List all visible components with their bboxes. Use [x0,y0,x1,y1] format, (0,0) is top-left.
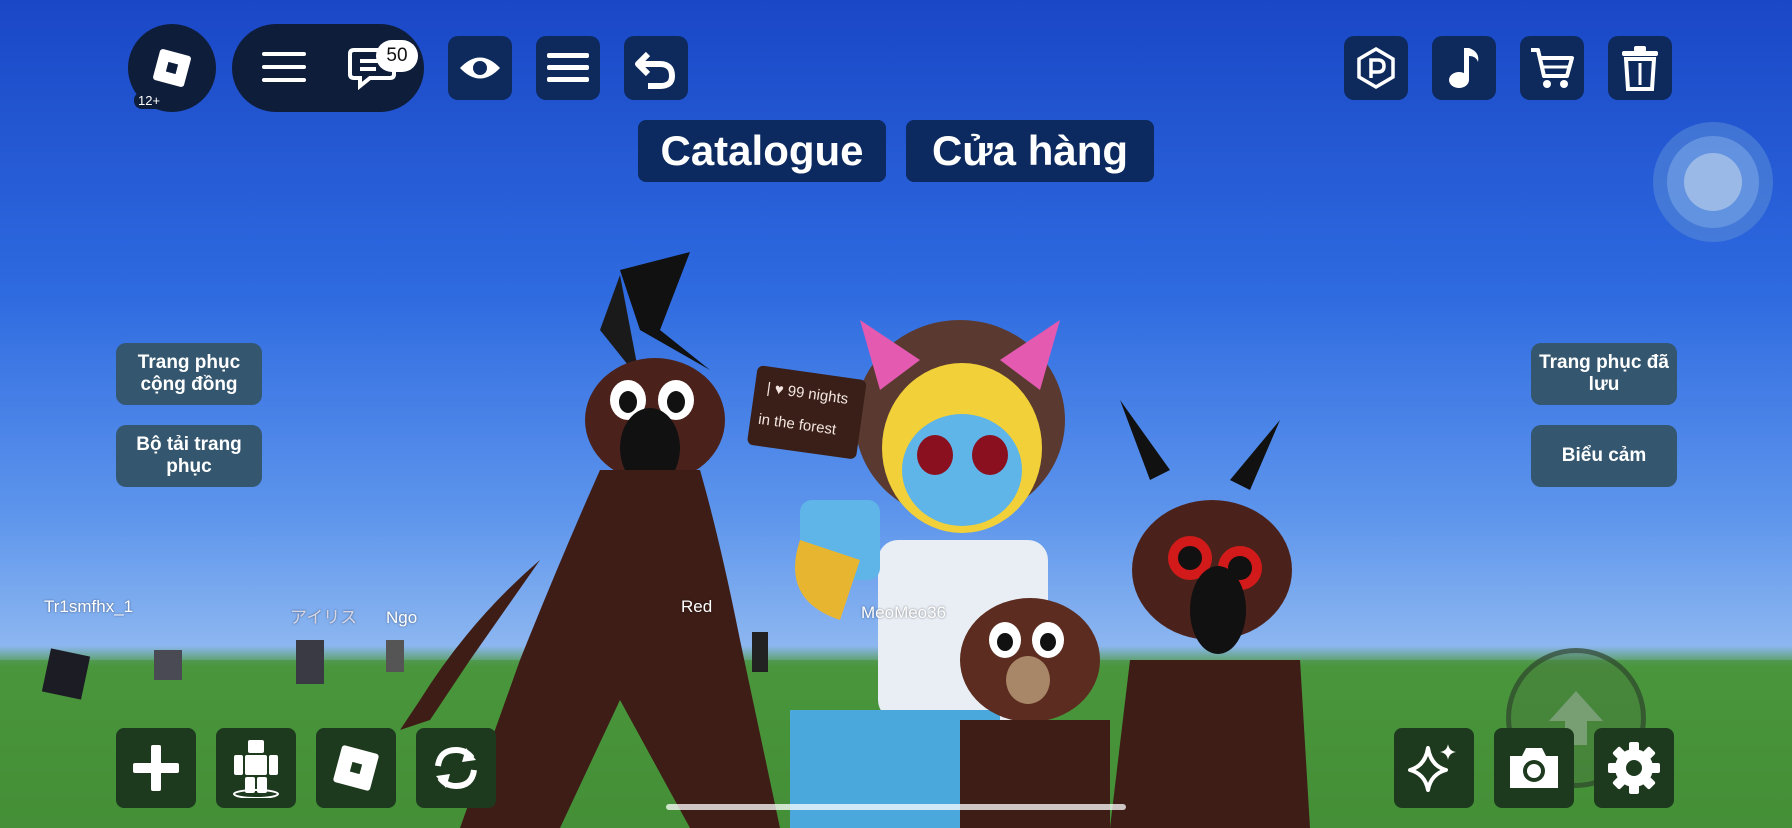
view-button[interactable] [448,36,512,100]
chat-unread-badge: 50 [376,40,418,72]
camera-icon [1510,748,1558,788]
music-note-icon [1449,48,1479,88]
robux-button[interactable] [1344,36,1408,100]
cart-button[interactable] [1520,36,1584,100]
list-icon [547,53,589,82]
avatar-button[interactable] [216,728,296,808]
deer-creature-right [1110,400,1310,828]
camera-button[interactable] [1494,728,1574,808]
age-rating-badge: 12+ [134,92,165,109]
community-outfits-button[interactable]: Trang phục cộng đồng [116,343,262,405]
roblox-home-button[interactable] [316,728,396,808]
player-name-tag: MeoMeo36 [861,603,947,622]
eye-icon [460,57,500,79]
home-indicator [666,804,1126,810]
avatar-icon [233,740,279,798]
trash-icon [1622,46,1658,91]
refresh-button[interactable] [416,728,496,808]
add-button[interactable] [116,728,196,808]
player-name-tag: Red [681,597,713,616]
joystick-ring [1667,136,1759,228]
undo-button[interactable] [624,36,688,100]
sparkle-icon [1408,744,1456,792]
effects-button[interactable] [1394,728,1474,808]
undo-icon [635,51,676,89]
cart-icon [1531,48,1574,88]
player-name-tag: Tr1smfhx_1 [44,597,134,616]
settings-button[interactable] [1594,728,1674,808]
trash-button[interactable] [1608,36,1672,100]
plus-icon [133,745,179,791]
roblox-logo-icon [333,745,379,791]
robux-icon [1357,46,1395,90]
hamburger-icon[interactable] [262,52,306,84]
emotes-button[interactable]: Biểu cảm [1531,425,1677,487]
sign-board: | ♥ 99 nights in the forest [747,365,867,459]
music-button[interactable] [1432,36,1496,100]
catalogue-button[interactable]: Catalogue [638,120,886,182]
outfit-loader-button[interactable]: Bộ tải trang phục [116,425,262,487]
joystick-thumb [1684,153,1742,211]
refresh-icon [435,746,477,790]
shop-button[interactable]: Cửa hàng [906,120,1154,182]
gear-icon [1608,742,1660,794]
saved-outfits-button[interactable]: Trang phục đã lưu [1531,343,1677,405]
list-button[interactable] [536,36,600,100]
roblox-logo-icon [152,48,192,88]
player-name-tag: アイリス [290,608,358,627]
camera-joystick[interactable] [1653,122,1773,242]
player-name-tag: Ngo [386,608,418,627]
